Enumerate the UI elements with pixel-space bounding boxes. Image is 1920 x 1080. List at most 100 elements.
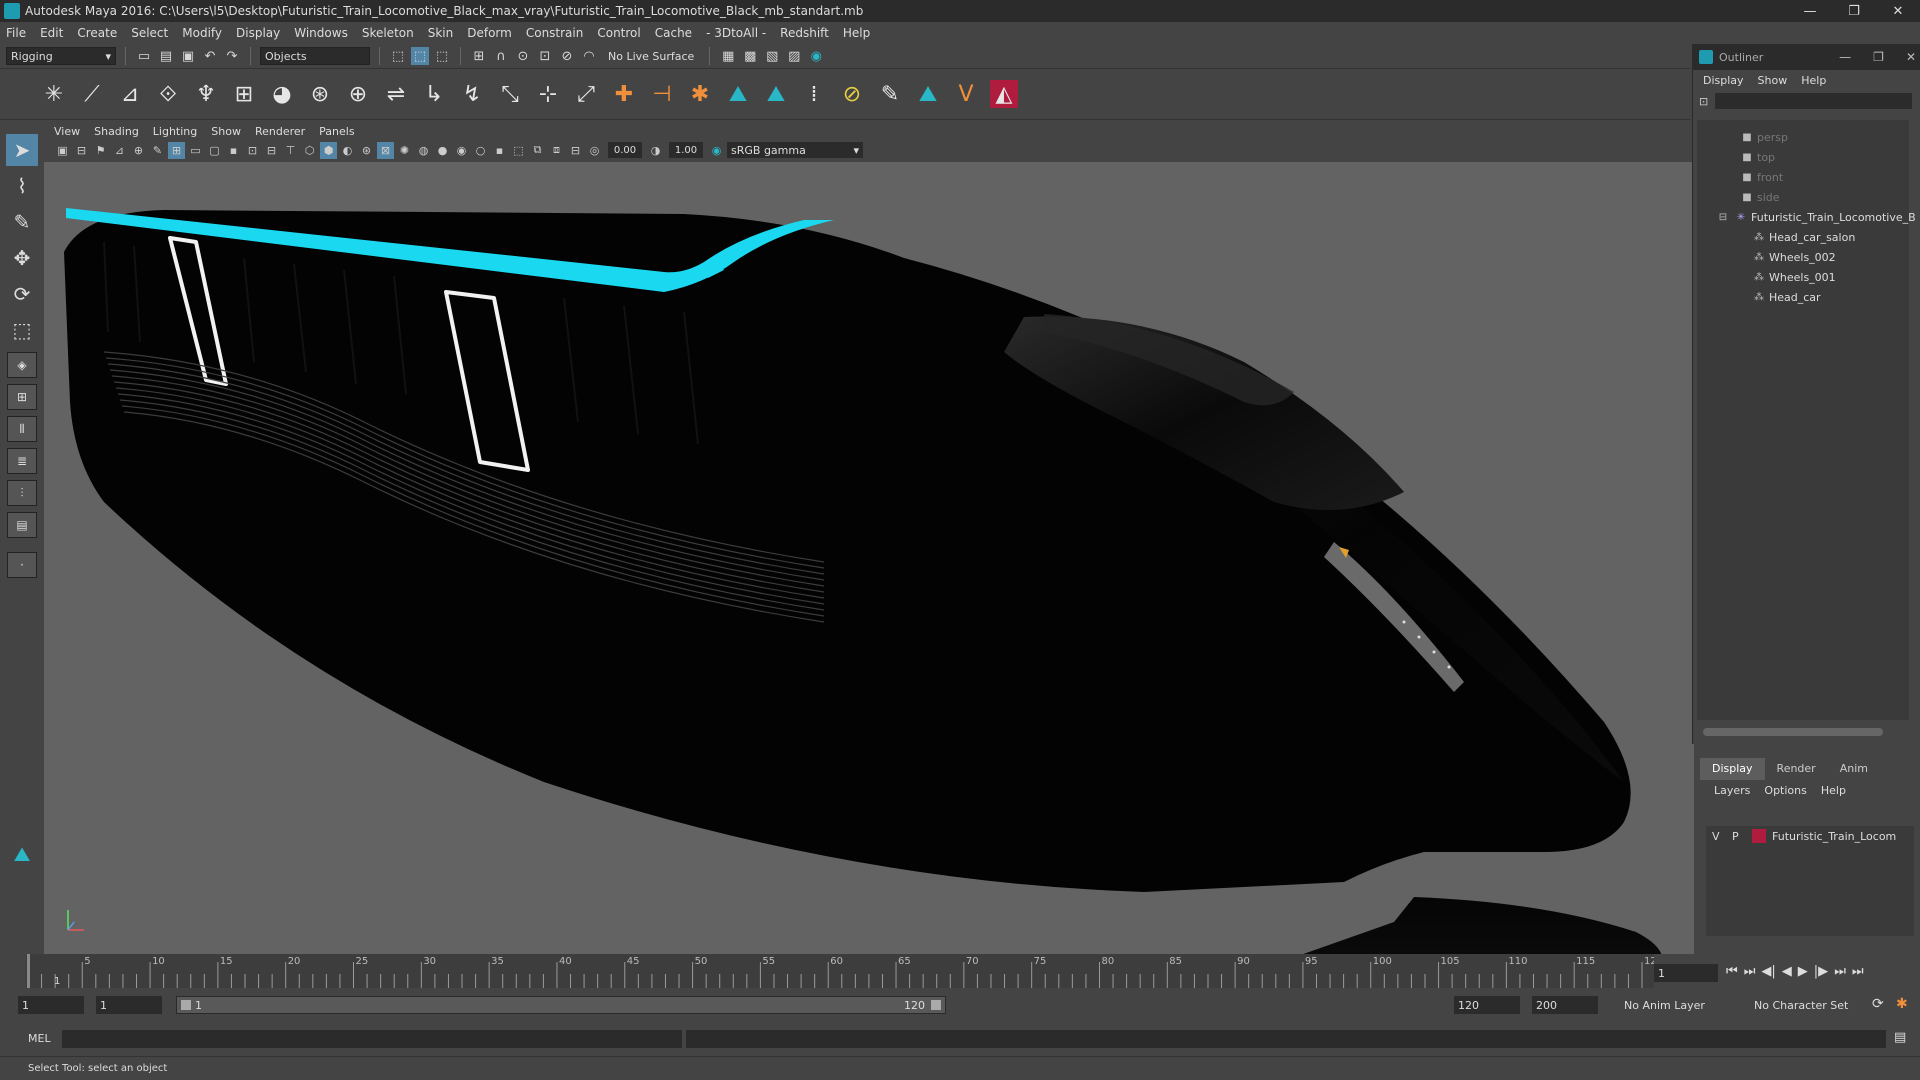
select-hierarchy-icon[interactable]: ⬚ (389, 47, 407, 65)
auto-key-icon[interactable]: ⟳ (1872, 996, 1884, 1012)
new-scene-icon[interactable]: ▭ (135, 47, 153, 65)
tab-render[interactable]: Render (1765, 758, 1828, 780)
layer-list[interactable]: V P Futuristic_Train_Locom (1706, 826, 1914, 936)
select-object-icon[interactable]: ⬚ (411, 47, 429, 65)
single-pane-layout-icon[interactable]: ◈ (7, 352, 37, 378)
bookmark-icon[interactable]: ⚑ (92, 142, 109, 159)
lasso-tool-icon[interactable]: ⌇ (6, 170, 38, 202)
textured-icon[interactable]: ⊠ (377, 141, 394, 159)
range-start-handle[interactable] (181, 1000, 191, 1010)
perspective-viewport[interactable]: persp (44, 162, 1694, 954)
film-gate-icon[interactable]: ▭ (187, 142, 204, 159)
lattice-icon[interactable]: ⊛ (306, 80, 334, 108)
ik-spline-icon[interactable]: ⊿ (116, 80, 144, 108)
snap-point-icon[interactable]: ⊙ (514, 47, 532, 65)
step-back-key-icon[interactable]: ⏭ (1744, 964, 1756, 979)
snap-grid-icon[interactable]: ⊞ (470, 47, 488, 65)
menu-deform[interactable]: Deform (467, 26, 512, 40)
outliner-item-persp[interactable]: ■ persp (1739, 128, 1788, 146)
anti-alias-icon[interactable]: ○ (472, 142, 489, 159)
viewport-menu-view[interactable]: View (54, 125, 80, 138)
human-ik-icon[interactable]: ⛰ (724, 80, 752, 108)
layer-menu-help[interactable]: Help (1821, 784, 1846, 797)
paint-weights-icon[interactable]: ◕ (268, 80, 296, 108)
play-forwards-icon[interactable]: ▶ (1798, 964, 1808, 979)
outliner-item-head-car[interactable]: ⁂ Head_car (1751, 288, 1821, 306)
viewport-menu-renderer[interactable]: Renderer (255, 125, 305, 138)
menu-modify[interactable]: Modify (182, 26, 222, 40)
outliner-item-head-car-salon[interactable]: ⁂ Head_car_salon (1751, 228, 1855, 246)
outliner-item-front[interactable]: ■ front (1739, 168, 1783, 186)
menuset-dropdown[interactable]: Rigging ▾ (6, 47, 116, 65)
exposure-icon[interactable]: ◎ (586, 142, 603, 159)
hypershade-icon[interactable]: ◉ (807, 47, 825, 65)
camera-select-icon[interactable]: ▣ (54, 142, 71, 159)
play-backwards-icon[interactable]: ◀ (1782, 964, 1792, 979)
menu-file[interactable]: File (6, 26, 26, 40)
xray-joints-icon[interactable]: ⧈ (548, 142, 565, 159)
command-input[interactable] (62, 1030, 682, 1048)
layer-playback-toggle[interactable]: P (1732, 830, 1746, 843)
color-management-icon[interactable]: ◉ (708, 142, 725, 159)
outliner-item-group[interactable]: ⊟ ✳ Futuristic_Train_Locomotive_B (1715, 208, 1916, 226)
character-set-dropdown[interactable]: No Character Set (1750, 996, 1870, 1014)
pole-vector-icon[interactable]: ⤢ (572, 80, 600, 108)
outliner-menu-show[interactable]: Show (1758, 74, 1788, 87)
graph-layout-icon[interactable]: ⫶ (7, 480, 37, 506)
gate-mask-icon[interactable]: ▪ (225, 142, 242, 159)
outliner-minimize-button[interactable]: — (1839, 50, 1851, 64)
outliner-restore-button[interactable]: ❐ (1873, 50, 1884, 64)
snap-curve-icon[interactable]: ∩ (492, 47, 510, 65)
layer-color-swatch[interactable] (1752, 829, 1766, 843)
layer-row[interactable]: V P Futuristic_Train_Locom (1706, 826, 1914, 846)
make-live-icon[interactable]: ◠ (580, 47, 598, 65)
anim-layer-dropdown[interactable]: No Anim Layer (1620, 996, 1740, 1014)
layer-visibility-toggle[interactable]: V (1712, 830, 1726, 843)
outliner-horizontal-scrollbar[interactable] (1703, 728, 1883, 736)
viewport-menu-show[interactable]: Show (211, 125, 241, 138)
menu-edit[interactable]: Edit (40, 26, 63, 40)
paint-tool-icon[interactable]: ✎ (876, 80, 904, 108)
create-joint-icon[interactable]: ✳ (40, 80, 68, 108)
render-frame-icon[interactable]: ▩ (741, 47, 759, 65)
wireframe-on-shaded-icon[interactable]: ⊛ (358, 142, 375, 159)
use-lights-icon[interactable]: ✺ (396, 142, 413, 159)
filter-icon[interactable]: ⊡ (1699, 95, 1715, 108)
collapse-icon[interactable]: ⊟ (1715, 212, 1731, 223)
step-forward-key-icon[interactable]: ⏭ (1834, 964, 1846, 979)
menu-control[interactable]: Control (597, 26, 640, 40)
command-language-label[interactable]: MEL (28, 1032, 51, 1045)
aim-constraint-icon[interactable]: ⊹ (534, 80, 562, 108)
menu-skeleton[interactable]: Skeleton (362, 26, 414, 40)
menu-create[interactable]: Create (77, 26, 117, 40)
tab-display[interactable]: Display (1700, 758, 1765, 780)
smooth-shade-icon[interactable]: ⬢ (320, 141, 337, 159)
end-time-field[interactable]: 200 (1532, 996, 1598, 1014)
snap-view-icon[interactable]: ⊡ (536, 47, 554, 65)
character-icon[interactable]: ⛰ (762, 80, 790, 108)
viewport-menu-lighting[interactable]: Lighting (153, 125, 197, 138)
ipr-render-icon[interactable]: ▧ (763, 47, 781, 65)
menu-constrain[interactable]: Constrain (526, 26, 584, 40)
gamma-icon[interactable]: ◑ (647, 142, 664, 159)
menu-select[interactable]: Select (131, 26, 168, 40)
selection-mode-dropdown[interactable]: Objects (260, 47, 370, 65)
menu-cache[interactable]: Cache (655, 26, 692, 40)
redshift-icon[interactable]: ◭ (990, 80, 1018, 108)
default-material-icon[interactable]: ◐ (339, 142, 356, 159)
minimize-button[interactable]: — (1788, 0, 1832, 22)
outliner-item-wheels-001[interactable]: ⁂ Wheels_001 (1751, 268, 1836, 286)
ik-handle-icon[interactable]: ⟋ (78, 80, 106, 108)
gamma-field[interactable]: 1.00 (669, 142, 703, 158)
open-scene-icon[interactable]: ▤ (157, 47, 175, 65)
safe-action-icon[interactable]: ⊟ (263, 142, 280, 159)
paint-select-icon[interactable]: ✎ (6, 206, 38, 238)
mirror-joint-icon[interactable]: ✱ (686, 80, 714, 108)
v-tool-icon[interactable]: V (952, 80, 980, 108)
select-component-icon[interactable]: ⬚ (433, 47, 451, 65)
scale-constraint-icon[interactable]: ⤡ (496, 80, 524, 108)
outliner-search-input[interactable] (1715, 93, 1912, 109)
snap-surface-icon[interactable]: ⊘ (558, 47, 576, 65)
go-to-end-icon[interactable]: ⏭ (1852, 964, 1864, 979)
two-pane-layout-icon[interactable]: ⫴ (7, 416, 37, 442)
